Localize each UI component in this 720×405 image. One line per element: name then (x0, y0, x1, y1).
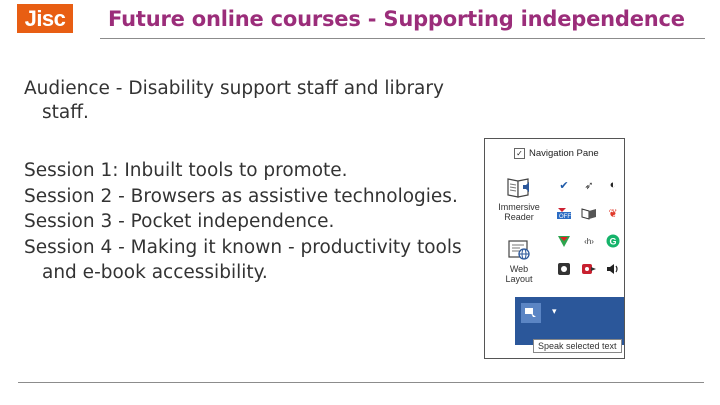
rocket-icon[interactable]: ➶ (581, 177, 597, 193)
session-list: Session 1: Inbuilt tools to promote. Ses… (24, 158, 464, 286)
checkmark-icon[interactable]: ✔ (556, 177, 572, 193)
off-toggle-icon[interactable]: OFF (556, 205, 572, 221)
speaker-icon[interactable] (605, 261, 621, 277)
session-item: Session 3 - Pocket independence. (24, 211, 335, 232)
header-divider (100, 38, 705, 39)
immersive-reader-button[interactable]: Immersive Reader (497, 175, 541, 222)
navigation-pane-label: Navigation Pane (529, 148, 599, 159)
checkbox-icon[interactable]: ✓ (514, 148, 525, 159)
balloon-icon[interactable]: ❦ (605, 205, 621, 221)
code-icon[interactable]: ‹h› (581, 233, 597, 249)
svg-text:G: G (610, 237, 617, 247)
jisc-logo: Jisc (17, 4, 73, 33)
speak-selected-text-icon[interactable] (521, 303, 541, 323)
shield-icon[interactable] (556, 233, 572, 249)
navigation-pane-option[interactable]: ✓ Navigation Pane (514, 148, 599, 159)
session-item: Session 4 - Making it known - productivi… (24, 236, 462, 284)
word-tools-screenshot: ✓ Navigation Pane Immersive Reader Web L… (484, 138, 625, 359)
dropdown-caret-icon[interactable]: ▾ (552, 306, 557, 317)
session-item: Session 2 - Browsers as assistive techno… (24, 185, 458, 207)
immersive-reader-icon (507, 178, 529, 198)
grammarly-icon[interactable]: G (605, 233, 621, 249)
audience-text: Audience - Disability support staff and … (24, 78, 444, 123)
web-layout-button[interactable]: Web Layout (497, 239, 541, 284)
lastpass-icon[interactable] (581, 261, 597, 277)
footer-divider (18, 382, 704, 383)
svg-text:OFF: OFF (559, 214, 571, 220)
camera-icon[interactable] (556, 261, 572, 277)
web-layout-label: Web Layout (505, 264, 533, 284)
speak-tooltip: Speak selected text (533, 339, 622, 353)
moon-icon[interactable]: ◐ (605, 177, 621, 193)
book-icon[interactable] (581, 205, 597, 221)
page-title: Future online courses - Supporting indep… (108, 7, 685, 31)
immersive-reader-label: Immersive Reader (498, 202, 540, 222)
web-layout-icon (508, 240, 530, 260)
session-item: Session 1: Inbuilt tools to promote. (24, 160, 348, 181)
